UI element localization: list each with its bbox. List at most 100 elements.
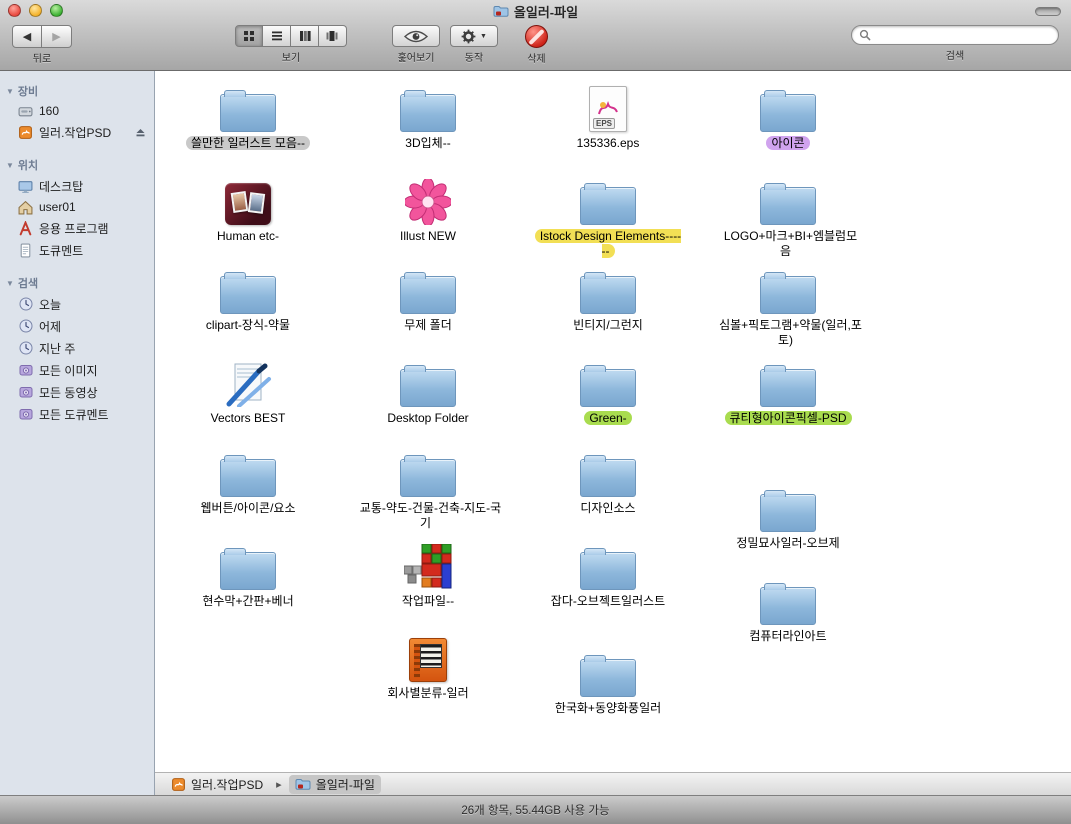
sidebar-item-today[interactable]: 오늘	[0, 293, 154, 315]
folder-icon	[173, 264, 323, 314]
list-view-button[interactable]	[263, 25, 291, 47]
sidebar-item-desktop[interactable]: 데스크탑	[0, 175, 154, 197]
file-item[interactable]: 잡다-오브젝트일러스트	[533, 540, 683, 609]
file-item[interactable]: 쓸만한 일러스트 모음--	[173, 82, 323, 151]
folder-icon	[533, 647, 683, 697]
folder-icon	[353, 357, 503, 407]
coverflow-view-icon	[326, 30, 339, 42]
sidebar-item-documents[interactable]: 도큐멘트	[0, 239, 154, 261]
folder-icon	[713, 175, 863, 225]
file-label: Illust NEW	[395, 229, 461, 243]
minimize-button[interactable]	[29, 4, 42, 17]
file-item[interactable]: 작업파일--	[353, 540, 503, 609]
file-item[interactable]: 3D입체--	[353, 82, 503, 151]
file-item[interactable]: Istock Design Elements------	[533, 175, 683, 259]
sidebar-item-past-week[interactable]: 지난 주	[0, 337, 154, 359]
file-label: 심볼+픽토그램+약물(일러,포토)	[714, 318, 862, 347]
file-item[interactable]: 디자인소스	[533, 447, 683, 516]
file-item[interactable]: 웹버튼/아이콘/요소	[173, 447, 323, 516]
sidebar-item-160[interactable]: 160	[0, 101, 154, 121]
file-item[interactable]: Illust NEW	[353, 175, 503, 244]
search-field[interactable]	[851, 25, 1059, 45]
sidebar-item-applications[interactable]: 응용 프로그램	[0, 217, 154, 239]
file-item[interactable]: Human etc-	[173, 175, 323, 244]
disclosure-triangle-icon[interactable]: ▼	[6, 87, 14, 96]
file-item[interactable]: 현수막+간판+베너	[173, 540, 323, 609]
zoom-button[interactable]	[50, 4, 63, 17]
file-item[interactable]: Desktop Folder	[353, 357, 503, 426]
sidebar-item-psd-volume[interactable]: 일러.작업PSD	[0, 121, 154, 143]
eject-button[interactable]	[135, 127, 146, 138]
folder-icon	[713, 82, 863, 132]
file-label: Vectors BEST	[206, 411, 291, 425]
search-input[interactable]	[871, 27, 1051, 43]
file-label: 잡다-오브젝트일러스트	[546, 594, 670, 608]
file-item[interactable]: EPS 135336.eps	[533, 82, 683, 151]
sidebar-item-all-documents[interactable]: 모든 도큐멘트	[0, 403, 154, 425]
sidebar-section-places[interactable]: ▼ 위치	[0, 153, 154, 175]
file-item[interactable]: Green-	[533, 357, 683, 426]
file-item[interactable]: 무제 폴더	[353, 264, 503, 333]
title-bar[interactable]: 올일러-파일	[0, 0, 1071, 22]
file-item[interactable]: Vectors BEST	[173, 357, 323, 426]
file-label: 컴퓨터라인아트	[744, 629, 831, 643]
coverflow-view-button[interactable]	[319, 25, 347, 47]
color-blocks-icon	[353, 540, 503, 590]
file-label: 현수막+간판+베너	[197, 594, 298, 608]
column-view-button[interactable]	[291, 25, 319, 47]
disclosure-triangle-icon[interactable]: ▼	[6, 161, 14, 170]
file-label: 3D입체--	[400, 136, 455, 150]
close-button[interactable]	[8, 4, 21, 17]
file-item[interactable]: LOGO+마크+BI+엠블럼모음	[713, 175, 863, 259]
clock-icon	[18, 341, 33, 356]
sidebar-item-label: 오늘	[39, 296, 61, 313]
file-item[interactable]: 빈티지/그런지	[533, 264, 683, 333]
file-item[interactable]: clipart-장식-약물	[173, 264, 323, 333]
folder-icon	[353, 264, 503, 314]
volume-psd-icon	[18, 125, 33, 140]
file-item[interactable]: 컴퓨터라인아트	[713, 575, 863, 644]
sidebar-item-all-images[interactable]: 모든 이미지	[0, 359, 154, 381]
delete-button[interactable]	[525, 25, 548, 48]
icon-view-button[interactable]	[235, 25, 263, 47]
file-item[interactable]: 회사별분류-일러	[353, 632, 503, 701]
toolbar-toggle-button[interactable]	[1035, 7, 1061, 16]
disclosure-triangle-icon[interactable]: ▼	[6, 279, 14, 288]
file-item[interactable]: 큐티형아이콘픽셀-PSD	[713, 357, 863, 426]
folder-icon	[533, 540, 683, 590]
path-item-current-folder[interactable]: 올일러-파일	[289, 775, 381, 794]
folder-icon	[533, 264, 683, 314]
file-browser-content: 쓸만한 일러스트 모음-- 3D입체-- EPS 135336.eps	[155, 71, 1071, 795]
sidebar-section-search[interactable]: ▼ 검색	[0, 271, 154, 293]
sidebar-item-home[interactable]: user01	[0, 197, 154, 217]
status-bar: 26개 항목, 55.44GB 사용 가능	[0, 795, 1071, 824]
delete-group: 삭제	[525, 25, 548, 65]
icon-grid[interactable]: 쓸만한 일러스트 모음-- 3D입체-- EPS 135336.eps	[155, 71, 1071, 772]
back-button[interactable]: ◀	[12, 25, 42, 48]
smart-folder-icon	[18, 407, 33, 422]
path-item-volume[interactable]: 일러.작업PSD	[165, 775, 269, 794]
folder-icon	[295, 778, 311, 791]
file-label: 교통-약도-건물-건축-지도-국기	[355, 501, 501, 530]
quicklook-button[interactable]	[392, 25, 440, 47]
sidebar-item-all-movies[interactable]: 모든 동영상	[0, 381, 154, 403]
file-item[interactable]: 한국화+동양화풍일러	[533, 647, 683, 716]
back-forward-group: ◀ ▶ 뒤로	[12, 25, 72, 65]
file-label: Istock Design Elements------	[535, 229, 681, 258]
file-item[interactable]: 교통-약도-건물-건축-지도-국기	[353, 447, 503, 531]
clock-icon	[18, 319, 33, 334]
forward-button[interactable]: ▶	[42, 25, 72, 48]
folder-icon	[533, 175, 683, 225]
file-item[interactable]: 정밀묘사일러-오브제	[713, 482, 863, 551]
file-label: Human etc-	[212, 229, 284, 243]
file-item[interactable]: 심볼+픽토그램+약물(일러,포토)	[713, 264, 863, 348]
sidebar-item-yesterday[interactable]: 어제	[0, 315, 154, 337]
file-item[interactable]: 아이콘	[713, 82, 863, 151]
path-item-label: 올일러-파일	[316, 776, 375, 793]
window-proxy-icon[interactable]	[493, 5, 509, 18]
finder-window: 올일러-파일 ◀ ▶ 뒤로	[0, 0, 1071, 824]
action-button[interactable]: ▼	[450, 25, 498, 47]
sidebar-item-label: 데스크탑	[39, 178, 83, 195]
sidebar-section-devices[interactable]: ▼ 장비	[0, 79, 154, 101]
file-label: 빈티지/그런지	[568, 318, 648, 332]
